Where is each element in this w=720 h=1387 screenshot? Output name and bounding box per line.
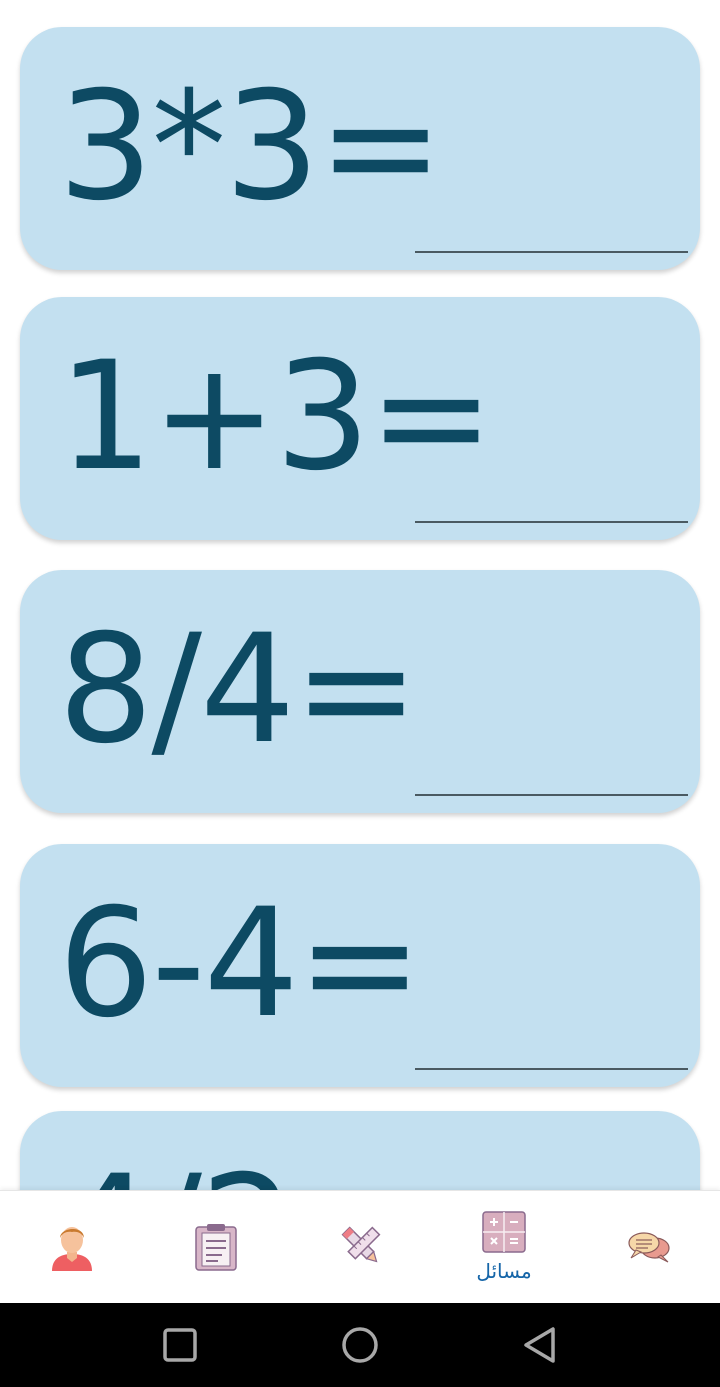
problem-expression: 4/2 — [58, 1131, 295, 1190]
nav-item-profile[interactable] — [0, 1191, 144, 1304]
nav-item-label: مسائل — [476, 1259, 532, 1283]
problem-card: 3*3= — [20, 27, 700, 270]
answer-input[interactable] — [415, 1068, 688, 1070]
nav-item-chat[interactable] — [576, 1191, 720, 1304]
problem-expression: 3*3= — [58, 60, 444, 234]
answer-input[interactable] — [415, 794, 688, 796]
problem-expression: 1+3= — [58, 330, 494, 504]
bottom-navigation: مسائل — [0, 1190, 720, 1303]
chat-bubbles-icon — [628, 1232, 670, 1263]
pencil-tools-icon — [341, 1226, 381, 1263]
answer-input[interactable] — [415, 251, 688, 253]
problem-expression: 6-4= — [58, 877, 423, 1051]
back-triangle-icon — [524, 1327, 555, 1363]
circle-icon — [342, 1327, 378, 1363]
calculator-icon — [482, 1211, 526, 1253]
nav-item-problems[interactable]: مسائل — [432, 1191, 576, 1304]
problem-card: 4/2 — [20, 1111, 700, 1190]
problem-card: 8/4= — [20, 570, 700, 813]
nav-item-tasks[interactable] — [144, 1191, 288, 1304]
problem-expression: 8/4= — [58, 603, 419, 777]
user-avatar-icon — [52, 1227, 92, 1271]
problem-card: 6-4= — [20, 844, 700, 1087]
answer-input[interactable] — [415, 521, 688, 523]
clipboard-icon — [195, 1224, 237, 1271]
home-button[interactable] — [300, 1303, 420, 1387]
system-navigation-bar — [0, 1303, 720, 1387]
problem-card: 1+3= — [20, 297, 700, 540]
nav-item-practice[interactable] — [288, 1191, 432, 1304]
square-icon — [163, 1328, 197, 1362]
problems-list: 3*3= 1+3= 8/4= 6-4= 4/2 — [0, 0, 720, 1190]
recents-button[interactable] — [120, 1303, 240, 1387]
back-button[interactable] — [480, 1303, 600, 1387]
